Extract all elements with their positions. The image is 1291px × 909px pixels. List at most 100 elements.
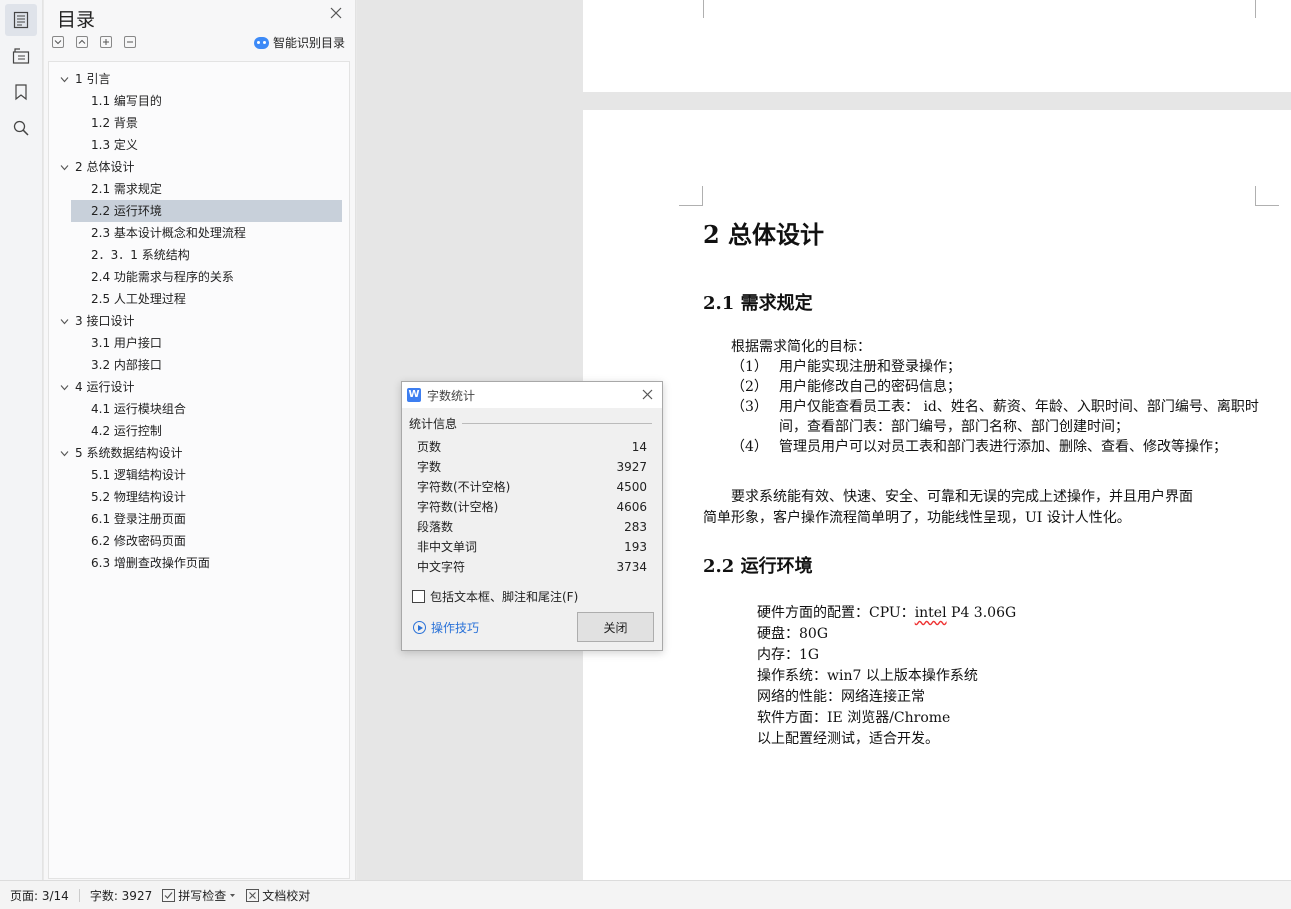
toc-item[interactable]: 2．3．1 系统结构 — [49, 244, 349, 266]
toc-list-container: 1 引言 1.1 编写目的 1.2 背景 1.3 定义 2 总体设计 2.1 需求规定 2.… — [48, 61, 350, 879]
stat-value: 4500 — [616, 480, 647, 494]
chevron-down-icon[interactable] — [60, 449, 69, 458]
stats-section-label: 统计信息 — [409, 417, 458, 431]
toc-list: 1 引言 1.1 编写目的 1.2 背景 1.3 定义 2 总体设计 2.1 需求规定 2.… — [49, 68, 349, 574]
toc-item[interactable]: 2.3 基本设计概念和处理流程 — [49, 222, 349, 244]
navigation-icon[interactable] — [5, 40, 37, 72]
stats-table: 页数 14 字数 3927 字符数(不计空格) 4500 字符数(计空格) 4606 段落数 28… — [417, 437, 647, 577]
expand-all-icon[interactable] — [52, 36, 64, 48]
stat-label: 字数 — [417, 460, 442, 474]
stat-value: 283 — [624, 520, 647, 534]
toc-item-label: 1.2 背景 — [91, 116, 138, 130]
toc-item[interactable]: 5.1 逻辑结构设计 — [49, 464, 349, 486]
play-circle-icon — [413, 621, 426, 634]
env-memory: 内存：1G — [757, 647, 820, 663]
proofread-icon — [246, 888, 260, 902]
toc-item[interactable]: 4.1 运行模块组合 — [49, 398, 349, 420]
env-software: 软件方面：IE 浏览器/Chrome — [757, 710, 951, 726]
toc-toolbar — [52, 36, 136, 48]
toc-title: 目录 — [57, 9, 96, 31]
search-icon[interactable] — [5, 112, 37, 144]
toc-item-label: 2.2 运行环境 — [91, 204, 162, 218]
plus-icon[interactable] — [100, 36, 112, 48]
stat-row: 字符数(计空格) 4606 — [417, 497, 647, 517]
chevron-down-icon[interactable] — [60, 163, 69, 172]
close-icon[interactable] — [329, 6, 343, 20]
requirement-item: （1） 用户能实现注册和登录操作； — [731, 359, 961, 375]
requirement-item: （2） 用户能修改自己的密码信息； — [731, 379, 961, 395]
toc-item[interactable]: 2.1 需求规定 — [49, 178, 349, 200]
close-button[interactable]: 关闭 — [577, 612, 654, 642]
stat-label: 字符数(计空格) — [417, 500, 499, 514]
page-current[interactable]: 2 总体设计 2.1 需求规定 根据需求简化的目标： （1） 用户能实现注册和登录… — [583, 110, 1291, 880]
toc-item-label: 2．3．1 系统结构 — [91, 248, 190, 262]
status-bar: 页面: 3/14 字数: 3927 拼写检查 文档校对 — [0, 880, 1291, 909]
toc-item-label: 3.2 内部接口 — [91, 358, 162, 372]
toc-item-label: 2 总体设计 — [75, 160, 135, 174]
stat-row: 字数 3927 — [417, 457, 647, 477]
chevron-down-icon[interactable] — [60, 383, 69, 392]
dialog-titlebar[interactable]: W 字数统计 — [402, 382, 662, 408]
toc-panel: 目录 智能识别目录 1 引言 1.1 编写目的 1.2 背景 1.3 定义 2 总体设计… — [44, 0, 356, 880]
env-conclusion: 以上配置经测试，适合开发。 — [757, 731, 939, 747]
requirement-item: （3） 用户仅能查看员工表： id、姓名、薪资、年龄、入职时间、部门编号、离职时间… — [731, 399, 1259, 435]
toc-item-label: 5.1 逻辑结构设计 — [91, 468, 186, 482]
toc-item-label: 1.3 定义 — [91, 138, 138, 152]
page-previous — [583, 0, 1291, 92]
stat-label: 段落数 — [417, 520, 454, 534]
requirements-intro: 根据需求简化的目标： — [731, 339, 871, 355]
collapse-all-icon[interactable] — [76, 36, 88, 48]
toc-item[interactable]: 1 引言 — [49, 68, 349, 90]
toc-item[interactable]: 2.2 运行环境 — [71, 200, 342, 222]
env-disk: 硬盘：80G — [757, 626, 828, 642]
heading-2-environment: 2.2 运行环境 — [703, 556, 813, 577]
toc-item[interactable]: 3 接口设计 — [49, 310, 349, 332]
proofread-button[interactable]: 文档校对 — [246, 887, 310, 904]
toc-item-label: 1 引言 — [75, 72, 111, 86]
toc-item[interactable]: 2.5 人工处理过程 — [49, 288, 349, 310]
toc-item-label: 4.1 运行模块组合 — [91, 402, 186, 416]
toc-item[interactable]: 2.4 功能需求与程序的关系 — [49, 266, 349, 288]
toc-item[interactable]: 5 系统数据结构设计 — [49, 442, 349, 464]
toc-item-label: 3.1 用户接口 — [91, 336, 162, 350]
toc-item[interactable]: 4 运行设计 — [49, 376, 349, 398]
toc-item[interactable]: 1.1 编写目的 — [49, 90, 349, 112]
toc-item[interactable]: 3.1 用户接口 — [49, 332, 349, 354]
toc-item[interactable]: 3.2 内部接口 — [49, 354, 349, 376]
toc-item[interactable]: 1.3 定义 — [49, 134, 349, 156]
stat-value: 4606 — [616, 500, 647, 514]
include-textboxes-checkbox[interactable]: 包括文本框、脚注和尾注(F) — [412, 588, 578, 605]
requirement-item: （4） 管理员用户可以对员工表和部门表进行添加、删除、查看、修改等操作； — [731, 439, 1227, 455]
toc-item[interactable]: 1.2 背景 — [49, 112, 349, 134]
stat-row: 中文字符 3734 — [417, 557, 647, 577]
toc-item[interactable]: 2 总体设计 — [49, 156, 349, 178]
toc-item[interactable]: 4.2 运行控制 — [49, 420, 349, 442]
spell-check-button[interactable]: 拼写检查 — [162, 887, 236, 904]
toc-icon[interactable] — [5, 4, 37, 36]
close-icon[interactable] — [642, 389, 653, 400]
minus-icon[interactable] — [124, 36, 136, 48]
toc-item[interactable]: 5.2 物理结构设计 — [49, 486, 349, 508]
stat-value: 193 — [624, 540, 647, 554]
checkbox-box[interactable] — [412, 590, 425, 603]
toc-item-label: 3 接口设计 — [75, 314, 135, 328]
page-indicator[interactable]: 页面: 3/14 — [10, 887, 69, 904]
chevron-down-icon — [230, 893, 236, 897]
stat-label: 中文字符 — [417, 560, 466, 574]
tips-label: 操作技巧 — [431, 621, 480, 635]
spell-check-icon — [162, 888, 176, 902]
toc-item[interactable]: 6.2 修改密码页面 — [49, 530, 349, 552]
stat-value: 3734 — [616, 560, 647, 574]
chevron-down-icon[interactable] — [60, 75, 69, 84]
toc-item[interactable]: 6.3 增删查改操作页面 — [49, 552, 349, 574]
toc-item[interactable]: 6.1 登录注册页面 — [49, 508, 349, 530]
stat-label: 非中文单词 — [417, 540, 478, 554]
tips-link[interactable]: 操作技巧 — [413, 619, 479, 636]
smart-toc-button[interactable]: 智能识别目录 — [254, 34, 345, 51]
word-count-indicator[interactable]: 字数: 3927 — [90, 887, 152, 904]
chevron-down-icon[interactable] — [60, 317, 69, 326]
stat-value: 3927 — [616, 460, 647, 474]
bookmark-icon[interactable] — [5, 76, 37, 108]
stat-row: 页数 14 — [417, 437, 647, 457]
env-os: 操作系统：win7 以上版本操作系统 — [757, 668, 978, 684]
